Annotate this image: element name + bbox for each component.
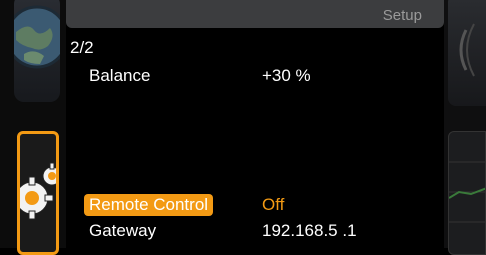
list-item-gateway[interactable]: Gateway 192.168.5 .1 (70, 219, 440, 245)
row-label: Gateway (89, 221, 157, 240)
row-value: +30 % (262, 66, 311, 85)
right-item-graph[interactable] (448, 131, 486, 255)
dial-icon (459, 23, 475, 77)
row-value: Off (262, 195, 285, 214)
setup-header-bar[interactable]: Setup (66, 0, 444, 28)
page-indicator: 2/2 (70, 38, 94, 57)
right-item-dial[interactable] (448, 0, 486, 106)
right-sidebar (444, 0, 486, 255)
graph-icon (449, 161, 485, 223)
list-item-balance[interactable]: Balance +30 % (70, 64, 440, 90)
row-label: Balance (89, 66, 151, 85)
globe-icon (14, 5, 60, 69)
sidebar-item-globe[interactable] (14, 0, 60, 102)
row-label: Remote Control (84, 194, 214, 216)
gears-icon (20, 162, 56, 220)
row-value: 192.168.5 .1 (262, 221, 357, 240)
left-sidebar (0, 0, 66, 255)
setup-label: Setup (382, 7, 422, 24)
list-item-remote-control[interactable]: Remote Control Off (70, 193, 440, 219)
sidebar-item-settings[interactable] (17, 131, 59, 255)
